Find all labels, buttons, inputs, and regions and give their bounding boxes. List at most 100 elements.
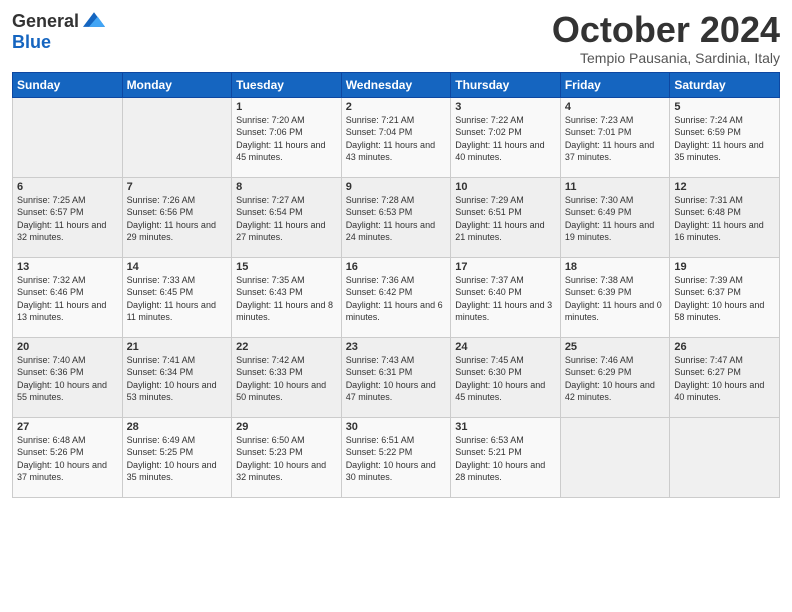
calendar-cell: 14Sunrise: 7:33 AM Sunset: 6:45 PM Dayli… — [122, 257, 232, 337]
calendar-cell: 19Sunrise: 7:39 AM Sunset: 6:37 PM Dayli… — [670, 257, 780, 337]
week-row-5: 27Sunrise: 6:48 AM Sunset: 5:26 PM Dayli… — [13, 417, 780, 497]
day-header-tuesday: Tuesday — [232, 72, 342, 97]
day-info: Sunrise: 7:47 AM Sunset: 6:27 PM Dayligh… — [674, 354, 775, 404]
calendar-cell — [670, 417, 780, 497]
day-info: Sunrise: 6:53 AM Sunset: 5:21 PM Dayligh… — [455, 434, 556, 484]
day-info: Sunrise: 7:46 AM Sunset: 6:29 PM Dayligh… — [565, 354, 666, 404]
calendar-cell: 22Sunrise: 7:42 AM Sunset: 6:33 PM Dayli… — [232, 337, 342, 417]
day-info: Sunrise: 7:33 AM Sunset: 6:45 PM Dayligh… — [127, 274, 228, 324]
day-info: Sunrise: 7:22 AM Sunset: 7:02 PM Dayligh… — [455, 114, 556, 164]
day-header-sunday: Sunday — [13, 72, 123, 97]
day-number: 14 — [127, 261, 228, 273]
month-title: October 2024 — [552, 10, 780, 50]
day-number: 2 — [346, 101, 447, 113]
calendar-cell — [13, 97, 123, 177]
week-row-4: 20Sunrise: 7:40 AM Sunset: 6:36 PM Dayli… — [13, 337, 780, 417]
week-row-3: 13Sunrise: 7:32 AM Sunset: 6:46 PM Dayli… — [13, 257, 780, 337]
day-number: 7 — [127, 181, 228, 193]
week-row-1: 1Sunrise: 7:20 AM Sunset: 7:06 PM Daylig… — [13, 97, 780, 177]
day-info: Sunrise: 6:51 AM Sunset: 5:22 PM Dayligh… — [346, 434, 447, 484]
day-number: 22 — [236, 341, 337, 353]
day-number: 26 — [674, 341, 775, 353]
calendar-table: SundayMondayTuesdayWednesdayThursdayFrid… — [12, 72, 780, 498]
calendar-cell: 3Sunrise: 7:22 AM Sunset: 7:02 PM Daylig… — [451, 97, 561, 177]
day-info: Sunrise: 7:20 AM Sunset: 7:06 PM Dayligh… — [236, 114, 337, 164]
day-number: 8 — [236, 181, 337, 193]
calendar-cell: 11Sunrise: 7:30 AM Sunset: 6:49 PM Dayli… — [560, 177, 670, 257]
day-info: Sunrise: 7:32 AM Sunset: 6:46 PM Dayligh… — [17, 274, 118, 324]
calendar-cell: 13Sunrise: 7:32 AM Sunset: 6:46 PM Dayli… — [13, 257, 123, 337]
calendar-cell: 28Sunrise: 6:49 AM Sunset: 5:25 PM Dayli… — [122, 417, 232, 497]
logo-general-text: General — [12, 11, 79, 32]
day-info: Sunrise: 7:30 AM Sunset: 6:49 PM Dayligh… — [565, 194, 666, 244]
day-info: Sunrise: 7:29 AM Sunset: 6:51 PM Dayligh… — [455, 194, 556, 244]
calendar-cell: 1Sunrise: 7:20 AM Sunset: 7:06 PM Daylig… — [232, 97, 342, 177]
header-row: SundayMondayTuesdayWednesdayThursdayFrid… — [13, 72, 780, 97]
calendar-cell: 29Sunrise: 6:50 AM Sunset: 5:23 PM Dayli… — [232, 417, 342, 497]
day-info: Sunrise: 7:40 AM Sunset: 6:36 PM Dayligh… — [17, 354, 118, 404]
calendar-cell: 10Sunrise: 7:29 AM Sunset: 6:51 PM Dayli… — [451, 177, 561, 257]
logo: General Blue — [12, 10, 105, 53]
day-header-wednesday: Wednesday — [341, 72, 451, 97]
day-number: 1 — [236, 101, 337, 113]
calendar-cell: 9Sunrise: 7:28 AM Sunset: 6:53 PM Daylig… — [341, 177, 451, 257]
calendar-cell: 30Sunrise: 6:51 AM Sunset: 5:22 PM Dayli… — [341, 417, 451, 497]
day-info: Sunrise: 7:21 AM Sunset: 7:04 PM Dayligh… — [346, 114, 447, 164]
day-info: Sunrise: 6:49 AM Sunset: 5:25 PM Dayligh… — [127, 434, 228, 484]
calendar-cell: 21Sunrise: 7:41 AM Sunset: 6:34 PM Dayli… — [122, 337, 232, 417]
day-header-thursday: Thursday — [451, 72, 561, 97]
day-number: 19 — [674, 261, 775, 273]
day-number: 4 — [565, 101, 666, 113]
day-header-friday: Friday — [560, 72, 670, 97]
logo-blue-text: Blue — [12, 32, 51, 53]
day-number: 30 — [346, 421, 447, 433]
day-info: Sunrise: 7:24 AM Sunset: 6:59 PM Dayligh… — [674, 114, 775, 164]
subtitle: Tempio Pausania, Sardinia, Italy — [552, 50, 780, 66]
logo-icon — [83, 10, 105, 32]
day-info: Sunrise: 7:36 AM Sunset: 6:42 PM Dayligh… — [346, 274, 447, 324]
calendar-cell: 4Sunrise: 7:23 AM Sunset: 7:01 PM Daylig… — [560, 97, 670, 177]
calendar-cell — [560, 417, 670, 497]
day-info: Sunrise: 7:42 AM Sunset: 6:33 PM Dayligh… — [236, 354, 337, 404]
calendar-cell: 26Sunrise: 7:47 AM Sunset: 6:27 PM Dayli… — [670, 337, 780, 417]
calendar-cell: 8Sunrise: 7:27 AM Sunset: 6:54 PM Daylig… — [232, 177, 342, 257]
calendar-cell: 24Sunrise: 7:45 AM Sunset: 6:30 PM Dayli… — [451, 337, 561, 417]
calendar-cell: 2Sunrise: 7:21 AM Sunset: 7:04 PM Daylig… — [341, 97, 451, 177]
day-number: 15 — [236, 261, 337, 273]
day-number: 23 — [346, 341, 447, 353]
day-number: 29 — [236, 421, 337, 433]
calendar-cell: 6Sunrise: 7:25 AM Sunset: 6:57 PM Daylig… — [13, 177, 123, 257]
calendar-cell — [122, 97, 232, 177]
day-info: Sunrise: 7:31 AM Sunset: 6:48 PM Dayligh… — [674, 194, 775, 244]
calendar-cell: 27Sunrise: 6:48 AM Sunset: 5:26 PM Dayli… — [13, 417, 123, 497]
calendar-cell: 25Sunrise: 7:46 AM Sunset: 6:29 PM Dayli… — [560, 337, 670, 417]
calendar-cell: 12Sunrise: 7:31 AM Sunset: 6:48 PM Dayli… — [670, 177, 780, 257]
calendar-cell: 5Sunrise: 7:24 AM Sunset: 6:59 PM Daylig… — [670, 97, 780, 177]
day-info: Sunrise: 7:45 AM Sunset: 6:30 PM Dayligh… — [455, 354, 556, 404]
day-number: 11 — [565, 181, 666, 193]
day-info: Sunrise: 7:28 AM Sunset: 6:53 PM Dayligh… — [346, 194, 447, 244]
day-number: 31 — [455, 421, 556, 433]
calendar-cell: 31Sunrise: 6:53 AM Sunset: 5:21 PM Dayli… — [451, 417, 561, 497]
day-info: Sunrise: 7:41 AM Sunset: 6:34 PM Dayligh… — [127, 354, 228, 404]
day-info: Sunrise: 7:39 AM Sunset: 6:37 PM Dayligh… — [674, 274, 775, 324]
day-number: 18 — [565, 261, 666, 273]
day-number: 9 — [346, 181, 447, 193]
calendar-cell: 23Sunrise: 7:43 AM Sunset: 6:31 PM Dayli… — [341, 337, 451, 417]
day-number: 21 — [127, 341, 228, 353]
calendar-cell: 20Sunrise: 7:40 AM Sunset: 6:36 PM Dayli… — [13, 337, 123, 417]
day-number: 12 — [674, 181, 775, 193]
title-block: October 2024 Tempio Pausania, Sardinia, … — [552, 10, 780, 66]
day-number: 25 — [565, 341, 666, 353]
day-info: Sunrise: 7:35 AM Sunset: 6:43 PM Dayligh… — [236, 274, 337, 324]
calendar-cell: 7Sunrise: 7:26 AM Sunset: 6:56 PM Daylig… — [122, 177, 232, 257]
day-info: Sunrise: 7:43 AM Sunset: 6:31 PM Dayligh… — [346, 354, 447, 404]
day-number: 28 — [127, 421, 228, 433]
day-info: Sunrise: 7:26 AM Sunset: 6:56 PM Dayligh… — [127, 194, 228, 244]
calendar-cell: 18Sunrise: 7:38 AM Sunset: 6:39 PM Dayli… — [560, 257, 670, 337]
day-header-saturday: Saturday — [670, 72, 780, 97]
day-number: 3 — [455, 101, 556, 113]
day-info: Sunrise: 6:50 AM Sunset: 5:23 PM Dayligh… — [236, 434, 337, 484]
day-info: Sunrise: 7:37 AM Sunset: 6:40 PM Dayligh… — [455, 274, 556, 324]
main-container: General Blue October 2024 Tempio Pausani… — [0, 0, 792, 506]
